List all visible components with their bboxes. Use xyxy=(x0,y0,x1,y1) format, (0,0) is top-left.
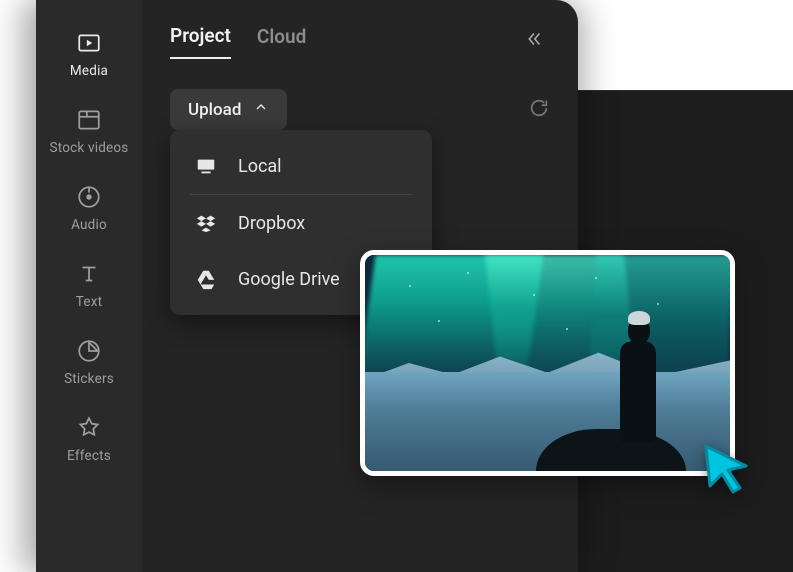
sidebar-item-text[interactable]: Text xyxy=(76,261,102,310)
sidebar-item-label: Effects xyxy=(67,448,111,464)
upload-button-label: Upload xyxy=(188,100,241,120)
google-drive-icon xyxy=(194,267,218,291)
media-icon xyxy=(76,30,102,56)
audio-icon xyxy=(76,184,102,210)
collapse-panel-button[interactable] xyxy=(522,28,544,54)
stickers-icon xyxy=(76,338,102,364)
effects-icon xyxy=(76,415,102,441)
text-icon xyxy=(76,261,102,287)
sidebar: Media Stock videos Audio Text xyxy=(36,0,142,572)
sidebar-item-stock-videos[interactable]: Stock videos xyxy=(50,107,129,156)
stock-videos-icon xyxy=(76,107,102,133)
sidebar-item-effects[interactable]: Effects xyxy=(67,415,111,464)
sidebar-item-stickers[interactable]: Stickers xyxy=(64,338,114,387)
sidebar-item-label: Audio xyxy=(71,217,107,233)
dropdown-item-label: Dropbox xyxy=(238,213,305,234)
sidebar-item-label: Stickers xyxy=(64,371,114,387)
dropbox-icon xyxy=(194,211,218,235)
refresh-button[interactable] xyxy=(528,97,550,123)
tab-project[interactable]: Project xyxy=(170,24,231,59)
sidebar-item-label: Stock videos xyxy=(50,140,129,156)
dropdown-item-local[interactable]: Local xyxy=(170,138,432,194)
sidebar-item-label: Media xyxy=(70,63,108,79)
dropdown-item-dropbox[interactable]: Dropbox xyxy=(170,195,432,251)
sidebar-item-media[interactable]: Media xyxy=(70,30,108,79)
media-thumbnail[interactable] xyxy=(360,250,735,476)
cursor-icon xyxy=(700,440,758,502)
sidebar-item-audio[interactable]: Audio xyxy=(71,184,107,233)
dropdown-item-label: Local xyxy=(238,156,282,177)
local-icon xyxy=(194,154,218,178)
sidebar-item-label: Text xyxy=(76,294,102,310)
dropdown-item-label: Google Drive xyxy=(238,269,340,290)
thumbnail-image xyxy=(365,255,730,471)
chevron-up-icon xyxy=(253,99,269,120)
tab-cloud[interactable]: Cloud xyxy=(257,25,306,58)
upload-button[interactable]: Upload xyxy=(170,89,287,130)
tabs: Project Cloud xyxy=(170,24,550,59)
